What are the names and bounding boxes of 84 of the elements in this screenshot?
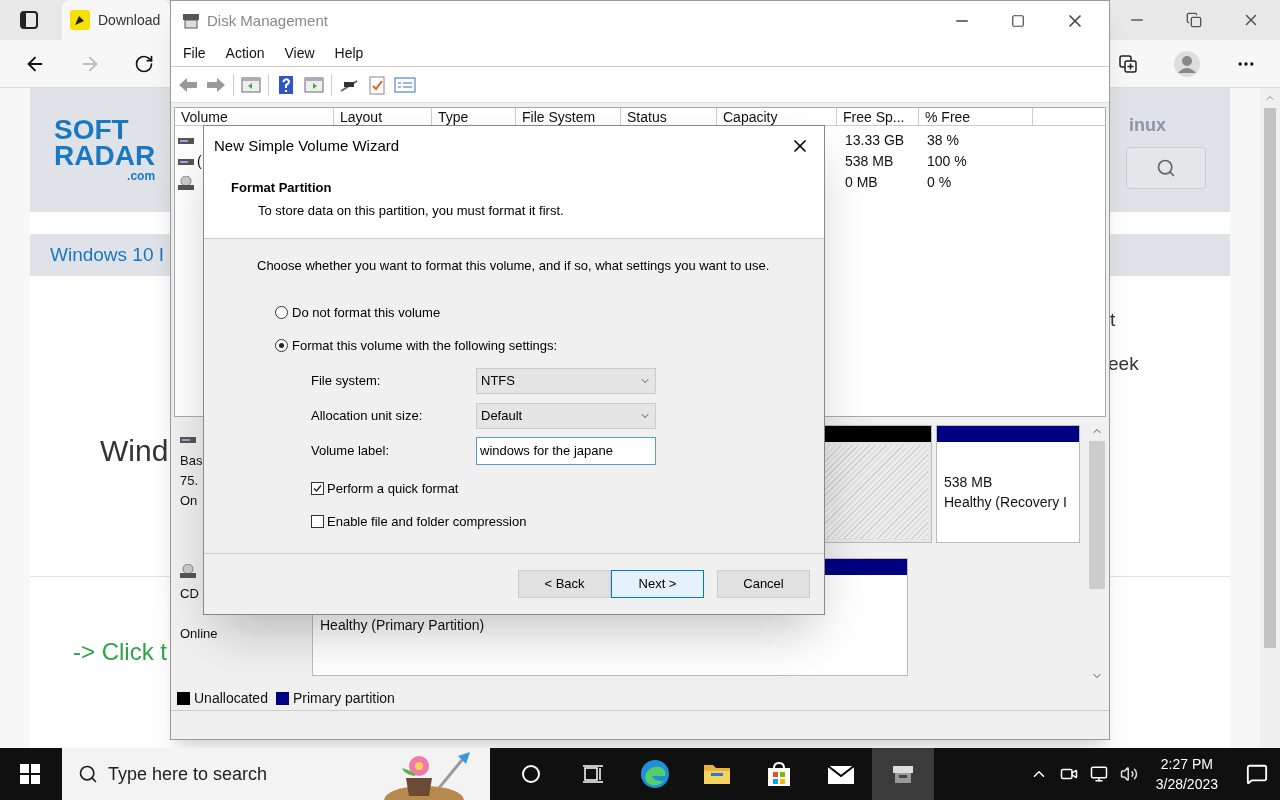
drive-icon [178,135,194,146]
console-icon[interactable] [240,74,262,95]
input-field[interactable]: windows for the japane [476,436,656,465]
envelope-icon [827,763,855,785]
instruction-text: Choose whether you want to format this volume, and if so, what settings you want to use. [257,257,771,275]
dropdown[interactable]: Default [476,402,656,429]
task-view-icon [582,764,604,784]
clock-time[interactable]: 2:27 PM [1160,754,1213,774]
table-cell-text: 13.33 GB [844,131,906,150]
site-logo[interactable]: SOFT RADAR .com [54,117,156,183]
page-text: t [1110,308,1116,332]
page-description: To store data on this partition, you must format it first. [257,201,565,220]
dropdown[interactable]: NTFS [476,367,656,394]
page-heading: Wind [100,433,169,469]
legend-label: Unallocated [194,688,268,708]
clock-date[interactable]: 3/28/2023 [1155,774,1218,794]
search-icon [1156,157,1176,178]
drive-icon [178,156,194,167]
table-cell-text: 38 % [926,131,960,150]
checkbox-label[interactable]: Enable file and folder compression [327,512,527,532]
field-label: File system: [311,371,382,390]
cd-drive-icon [180,564,196,578]
partition[interactable]: 538 MB Healthy (Recovery I [936,425,1080,543]
disk-info: 75. [180,472,200,490]
nav-link[interactable]: Windows 10 I [50,240,165,270]
table-cell-text: 538 MB [844,152,895,171]
table-cell-text: 100 % [926,152,968,171]
page-heading: Format Partition [231,179,333,197]
reload-icon[interactable] [134,53,154,74]
disk-info: On [180,492,199,510]
tab-actions-icon[interactable] [20,11,38,29]
console-icon[interactable] [303,74,325,95]
checklist-icon[interactable] [366,74,388,95]
profile-avatar[interactable] [1174,50,1200,77]
maximize-icon[interactable] [1011,14,1025,28]
radio-label[interactable]: Format this volume with the following settings: [292,336,558,356]
menu-item[interactable]: View [284,43,315,64]
radio-button[interactable] [275,305,288,319]
disk-info: Bas [180,452,204,470]
column-header[interactable]: Free Sp... [837,108,919,125]
volume-icon[interactable] [1119,765,1138,783]
menu-item[interactable]: Help [334,43,364,64]
disk-management-icon [181,12,201,30]
notifications-icon[interactable] [1246,763,1268,785]
radio-label[interactable]: Do not format this volume [292,302,441,322]
disk-info: Online [180,625,219,643]
restore-icon[interactable] [1186,12,1202,28]
search-icon [78,764,98,784]
table-cell-text: ( [197,152,202,171]
partition-info: 538 MB [944,473,994,492]
dialog-button[interactable]: < Back [518,570,611,598]
network-icon[interactable] [1089,765,1108,783]
field-label: Volume label: [311,441,391,460]
checkbox[interactable] [311,515,324,529]
search-bar[interactable]: Type here to search [62,748,490,800]
browser-tab[interactable]: Download [62,0,170,40]
menu-item[interactable]: Action [225,43,265,64]
dialog-button[interactable]: Next > [611,570,704,598]
cortana-icon [521,764,541,784]
edge-icon [640,759,670,789]
dialog-title: New Simple Volume Wizard [214,135,400,156]
collections-icon[interactable] [1118,53,1138,74]
column-header[interactable]: % Free [919,108,1033,125]
menu-item[interactable]: File [183,43,206,64]
radio-button[interactable] [275,339,288,353]
checkbox[interactable] [311,481,324,495]
disk-info: CD [180,585,200,603]
taskbar-app[interactable] [872,748,934,800]
windows-start-icon[interactable] [20,764,40,784]
drive-icon [180,435,196,445]
partition-info: Healthy (Primary Partition) [320,616,486,635]
folder-icon [703,762,731,786]
partition-info: Healthy (Recovery I [944,493,1068,512]
table-cell-text: 0 MB [844,173,879,192]
shopping-bag-icon [766,761,792,787]
dialog-button[interactable]: Cancel [717,570,810,598]
search-field[interactable]: Type here to search [108,760,368,788]
cd-drive-icon [178,175,194,190]
scrollbar[interactable] [1260,88,1280,748]
table-cell-text: 0 % [926,173,953,192]
field-label: Allocation unit size: [311,406,424,425]
checkbox-label[interactable]: Perform a quick format [327,478,459,498]
window-title: Disk Management [207,10,328,31]
legend-label: Primary partition [292,688,395,708]
